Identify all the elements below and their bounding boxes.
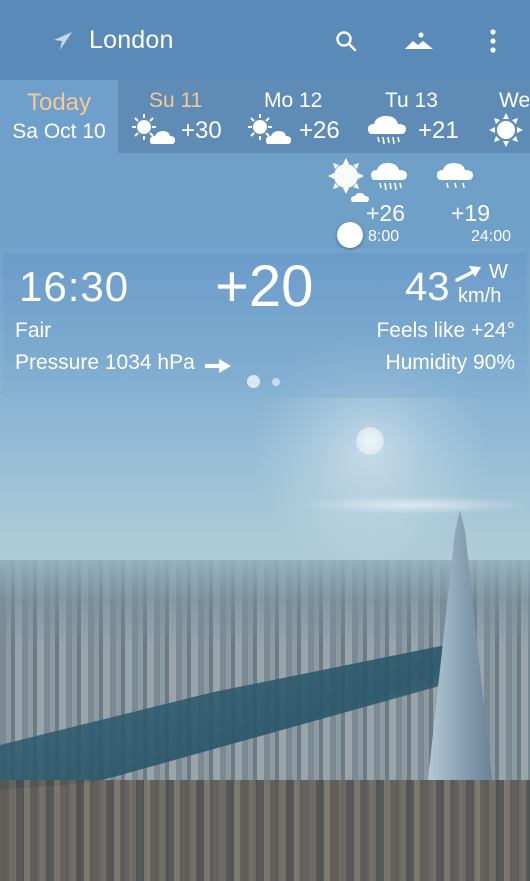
rain-cloud-icon <box>436 160 476 201</box>
day-label: Su 11 <box>149 89 203 112</box>
humidity: Humidity 90% <box>385 351 515 374</box>
sun-cloud-icon <box>130 112 178 151</box>
top-bar: London <box>0 0 530 80</box>
day-temp: +26 <box>299 117 340 144</box>
hourly-temp: +26 <box>366 200 406 226</box>
day-item[interactable]: Mo 12 +26 <box>236 80 354 153</box>
pressure-trend-arrow-icon <box>205 359 231 378</box>
background-button[interactable] <box>404 26 434 56</box>
day-temp: +21 <box>418 117 459 144</box>
sun-icon <box>488 112 524 153</box>
page-indicator <box>247 375 280 388</box>
feels-like: Feels like +24° <box>376 319 515 342</box>
more-options-button[interactable] <box>478 26 508 56</box>
current-conditions-card[interactable]: 16:30 +20 43 W km/h Fair Feels like +24°… <box>3 253 527 398</box>
day-label: We <box>499 89 530 112</box>
landscape-icon <box>405 32 433 49</box>
hourly-scroll-handle[interactable] <box>337 222 363 248</box>
current-time: 16:30 <box>19 263 130 310</box>
day-item[interactable]: Su 11 +30 <box>118 80 236 153</box>
pressure: Pressure 1034 hPa <box>15 351 195 374</box>
today-label: Today <box>26 89 92 116</box>
condition-text: Fair <box>15 319 52 342</box>
location-arrow-icon <box>52 30 74 52</box>
search-button[interactable] <box>331 26 361 56</box>
rain-cloud-icon <box>370 160 410 201</box>
wind-direction: W <box>489 261 508 283</box>
hourly-temp: +19 <box>451 200 491 226</box>
hourly-time: 8:00 <box>368 228 400 245</box>
day-label: Mo 12 <box>264 89 323 112</box>
city-name[interactable]: London <box>89 26 174 55</box>
current-temp: +20 <box>215 254 314 319</box>
wind-speed: 43 <box>405 265 450 309</box>
daily-forecast-strip[interactable]: Today Sa Oct 10 Su 11 +30 Mo 12 +26 Tu 1… <box>0 80 530 153</box>
day-item[interactable]: Tu 13 +21 <box>354 80 472 153</box>
today-date: Sa Oct 10 <box>12 120 106 143</box>
rain-cloud-icon <box>366 112 410 153</box>
day-today[interactable]: Today Sa Oct 10 <box>0 80 118 153</box>
cloud-streak <box>300 496 530 514</box>
hourly-forecast[interactable]: +26 8:00 +19 24:00 <box>0 153 530 248</box>
hourly-time: 24:00 <box>471 228 512 245</box>
page-dot[interactable] <box>272 377 280 386</box>
more-vert-icon <box>490 29 496 53</box>
sun-cloud-icon <box>246 112 294 151</box>
city-foreground <box>0 780 530 881</box>
search-icon <box>336 31 357 52</box>
page-dot-active[interactable] <box>247 375 260 388</box>
day-label: Tu 13 <box>385 89 438 112</box>
sun-disc <box>356 427 384 455</box>
wind-unit: km/h <box>458 285 502 307</box>
day-item[interactable]: We <box>472 80 530 153</box>
day-temp: +30 <box>181 117 222 144</box>
